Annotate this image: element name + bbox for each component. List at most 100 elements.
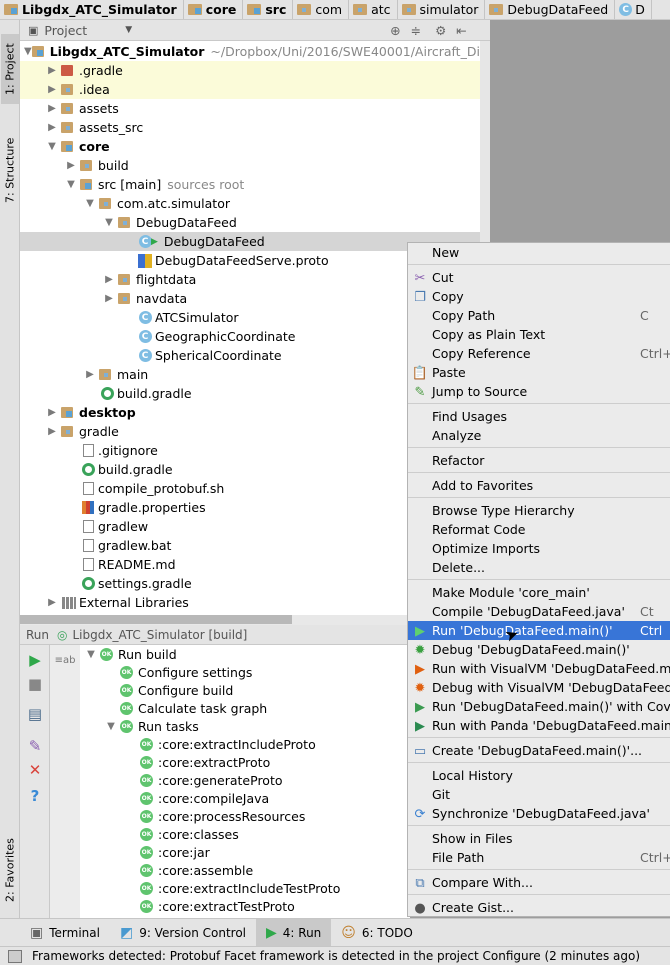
status-message[interactable]: Frameworks detected: Protobuf Facet fram… [32,949,640,963]
build-task-row[interactable]: OK:core:generateProto [122,771,283,789]
build-task-row[interactable]: OK:core:compileJava [122,789,269,807]
breadcrumb-item[interactable]: DebugDataFeed [485,0,616,19]
tree-item[interactable]: ▼ src [main] sources root [20,175,480,194]
expanded-arrow-icon[interactable]: ▼ [82,649,100,660]
tree-item[interactable]: ▶ .gradle [20,61,480,80]
hide-panel-icon[interactable]: ⇤ [456,23,466,38]
menu-item-delete[interactable]: Delete... [408,558,670,577]
menu-item-run-debugdatafeed-main[interactable]: ▶ Run 'DebugDataFeed.main()' Ctrl [408,621,670,640]
toggle-view-icon[interactable]: ≡ab [55,651,76,669]
gear-icon[interactable]: ⚙ [435,23,446,38]
menu-item-debug-with-visualvm-debugdatafeed-main[interactable]: ✹ Debug with VisualVM 'DebugDataFeed.main… [408,678,670,697]
tab-favorites[interactable]: 2: Favorites [1,830,19,910]
menu-item-local-history[interactable]: Local History [408,766,670,785]
breadcrumb-item[interactable]: core [184,0,244,19]
layout-icon[interactable]: ▤ [26,705,44,723]
collapsed-arrow-icon[interactable]: ▶ [62,160,80,171]
scrollbar-thumb[interactable] [20,615,292,624]
tree-item[interactable]: ▼ com.atc.simulator [20,194,480,213]
collapsed-arrow-icon[interactable]: ▶ [43,103,61,114]
collapsed-arrow-icon[interactable]: ▶ [43,122,61,133]
tree-item[interactable]: ▼ Libgdx_ATC_Simulator ~/Dropbox/Uni/2016/… [20,42,480,61]
tree-item[interactable]: ▼ core [20,137,480,156]
menu-item-synchronize-debugdatafeed-java[interactable]: ⟳ Synchronize 'DebugDataFeed.java' [408,804,670,823]
menu-item-copy-reference[interactable]: Copy Reference Ctrl+. [408,344,670,363]
build-task-row[interactable]: OK:core:extractProto [122,753,270,771]
menu-item-browse-type-hierarchy[interactable]: Browse Type Hierarchy [408,501,670,520]
menu-item-create-gist[interactable]: ● Create Gist... [408,898,670,916]
menu-item-refactor[interactable]: Refactor [408,451,670,470]
breadcrumb-item[interactable]: simulator [398,0,486,19]
breadcrumb-item[interactable]: src [243,0,294,19]
collapsed-arrow-icon[interactable]: ▶ [100,274,118,285]
run-config-tab[interactable]: Libgdx_ATC_Simulator [build] [73,628,248,642]
menu-item-reformat-code[interactable]: Reformat Code [408,520,670,539]
breadcrumb-item[interactable]: com [293,0,350,19]
collapsed-arrow-icon[interactable]: ▶ [43,426,61,437]
menu-item-find-usages[interactable]: Find Usages [408,407,670,426]
tab-todo[interactable]: ☺ 6: TODO [331,919,423,946]
tree-item[interactable]: ▶ assets [20,99,480,118]
breadcrumb-item[interactable]: CD [615,0,652,19]
menu-item-jump-to-source[interactable]: ✎ Jump to Source [408,382,670,401]
tree-item[interactable]: ▶ .idea [20,80,480,99]
expanded-arrow-icon[interactable]: ▼ [62,179,80,190]
menu-item-run-with-panda-debugdatafeed-main[interactable]: ▶ Run with Panda 'DebugDataFeed.main()' [408,716,670,735]
build-task-row[interactable]: ▼ OK Run build [82,645,177,663]
build-task-row[interactable]: OK Configure build [102,681,233,699]
menu-item-compare-with[interactable]: ⧉ Compare With... [408,873,670,892]
locate-icon[interactable]: ⊕ [390,23,400,38]
tab-version-control[interactable]: ◩ 9: Version Control [110,919,256,946]
tool-windows-toggle-icon[interactable] [8,949,22,963]
tab-run[interactable]: ▶ 4: Run [256,919,332,946]
help-icon[interactable]: ? [26,787,44,805]
menu-item-cut[interactable]: ✂ Cut [408,268,670,287]
pin-icon[interactable]: ✎ [26,737,44,755]
build-task-row[interactable]: OK:core:assemble [122,861,253,879]
menu-item-git[interactable]: Git [408,785,670,804]
menu-item-run-debugdatafeed-main-with-coverage[interactable]: ▶ Run 'DebugDataFeed.main()' with Coverag… [408,697,670,716]
build-task-row[interactable]: OK:core:jar [122,843,210,861]
menu-item-paste[interactable]: 📋 Paste [408,363,670,382]
collapsed-arrow-icon[interactable]: ▶ [43,84,61,95]
build-task-row[interactable]: OK:core:classes [122,825,239,843]
menu-item-optimize-imports[interactable]: Optimize Imports [408,539,670,558]
collapsed-arrow-icon[interactable]: ▶ [43,407,61,418]
menu-item-make-module-core-main[interactable]: Make Module 'core_main' [408,583,670,602]
rerun-icon[interactable]: ▶ [26,651,44,669]
stop-icon[interactable]: ■ [26,675,44,693]
tab-project[interactable]: 1: Project [1,34,19,104]
build-task-row[interactable]: OK:core:extractIncludeTestProto [122,879,340,897]
expanded-arrow-icon[interactable]: ▼ [81,198,99,209]
tab-terminal[interactable]: ▣ Terminal [20,919,110,946]
chevron-down-icon[interactable]: ▼ [125,25,132,35]
collapsed-arrow-icon[interactable]: ▶ [100,293,118,304]
build-task-row[interactable]: OK:core:processResources [122,807,305,825]
menu-item-show-in-files[interactable]: Show in Files [408,829,670,848]
menu-item-copy[interactable]: ❐ Copy [408,287,670,306]
tree-item[interactable]: ▼ DebugDataFeed [20,213,480,232]
tab-structure[interactable]: 7: Structure [1,130,19,210]
expanded-arrow-icon[interactable]: ▼ [102,721,120,732]
tree-item[interactable]: ▶ build [20,156,480,175]
collapsed-arrow-icon[interactable]: ▶ [43,597,61,608]
project-view-selector[interactable]: Project [44,23,87,38]
collapse-all-icon[interactable]: ≑ [411,23,421,38]
expanded-arrow-icon[interactable]: ▼ [100,217,118,228]
close-icon[interactable]: ✕ [26,761,44,779]
menu-item-copy-as-plain-text[interactable]: Copy as Plain Text [408,325,670,344]
collapsed-arrow-icon[interactable]: ▶ [81,369,99,380]
build-task-row[interactable]: OK Calculate task graph [102,699,267,717]
build-task-row[interactable]: ▼ OK Run tasks [102,717,199,735]
collapsed-arrow-icon[interactable]: ▶ [43,65,61,76]
build-task-row[interactable]: OK Configure settings [102,663,252,681]
build-task-row[interactable]: OK:core:extractTestProto [122,897,295,915]
menu-item-analyze[interactable]: Analyze [408,426,670,445]
expanded-arrow-icon[interactable]: ▼ [24,46,32,57]
menu-item-new[interactable]: New [408,243,670,262]
menu-item-add-to-favorites[interactable]: Add to Favorites [408,476,670,495]
menu-item-run-with-visualvm-debugdatafeed-main[interactable]: ▶ Run with VisualVM 'DebugDataFeed.main()… [408,659,670,678]
expanded-arrow-icon[interactable]: ▼ [43,141,61,152]
menu-item-debug-debugdatafeed-main[interactable]: ✹ Debug 'DebugDataFeed.main()' [408,640,670,659]
menu-item-file-path[interactable]: File Path Ctrl+. [408,848,670,867]
